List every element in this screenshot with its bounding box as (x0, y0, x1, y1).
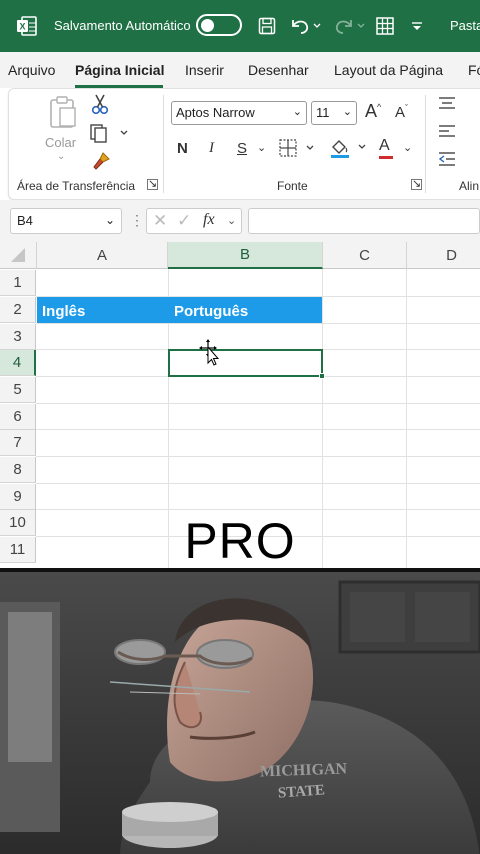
title-bar: X Salvamento Automático Pasta (0, 0, 480, 52)
cell-b2[interactable]: Português (170, 298, 252, 325)
toggle-knob (201, 19, 214, 32)
save-icon[interactable] (256, 14, 278, 38)
bold-button[interactable]: N (177, 140, 188, 157)
clipboard-launcher-icon[interactable]: ↘ (147, 179, 158, 190)
decrease-indent-icon[interactable] (437, 151, 457, 170)
paste-icon[interactable] (45, 95, 81, 129)
alignment-group-label: Alin (459, 179, 480, 193)
font-launcher-icon[interactable]: ↘ (411, 179, 422, 190)
row-header-6[interactable]: 6 (0, 404, 36, 430)
tab-formulas[interactable]: Fó (468, 62, 480, 78)
grow-font-button[interactable]: A^ (365, 101, 381, 122)
chevron-down-icon[interactable]: ⌄ (227, 214, 236, 227)
tab-arquivo[interactable]: Arquivo (8, 62, 55, 78)
chevron-down-icon: ⌄ (292, 106, 302, 118)
tab-inserir[interactable]: Inserir (185, 62, 224, 78)
tab-pagina-inicial[interactable]: Página Inicial (75, 62, 164, 78)
autosave-label: Salvamento Automático (54, 18, 191, 33)
italic-button[interactable]: I (209, 140, 214, 157)
formula-buttons: ✕ ✓ fx ⌄ (146, 208, 242, 234)
excel-logo-icon: X (16, 14, 38, 38)
file-name: Pasta (450, 18, 480, 33)
cancel-icon[interactable]: ✕ (153, 211, 167, 231)
underline-dropdown-icon[interactable]: ⌄ (257, 141, 266, 154)
gridline (36, 323, 480, 324)
tab-layout-da-pagina[interactable]: Layout da Página (334, 62, 443, 78)
font-color-dropdown-icon[interactable]: ⌄ (403, 141, 412, 154)
row-header-8[interactable]: 8 (0, 457, 36, 483)
underline-button[interactable]: S (237, 140, 247, 157)
font-size-dropdown[interactable]: 11 ⌄ (311, 101, 357, 125)
shrink-font-label: A (395, 104, 406, 121)
column-header-c[interactable]: C (323, 242, 407, 269)
svg-text:X: X (19, 22, 25, 32)
row-header-5[interactable]: 5 (0, 377, 36, 403)
gridline (36, 509, 480, 510)
cut-icon[interactable] (91, 93, 109, 118)
paste-dropdown-icon[interactable]: ⌄ (57, 151, 65, 162)
select-all-corner[interactable] (0, 242, 37, 269)
autosave-toggle[interactable] (196, 14, 242, 36)
formula-input[interactable] (248, 208, 480, 234)
gridline (36, 456, 480, 457)
font-group-label: Fonte (277, 179, 308, 193)
customize-icon[interactable] (408, 14, 426, 38)
gridline (36, 483, 480, 484)
copy-icon[interactable] (89, 123, 129, 146)
move-cursor-icon (198, 338, 222, 371)
shirt-lettering: STATE (277, 782, 326, 802)
group-separator (163, 95, 164, 193)
row-header-9[interactable]: 9 (0, 484, 36, 510)
paste-label[interactable]: Colar (45, 135, 76, 150)
enter-icon[interactable]: ✓ (177, 211, 191, 231)
overlay-caption: PRO (184, 513, 296, 569)
row-header-4[interactable]: 4 (0, 350, 36, 376)
insert-function-button[interactable]: fx (203, 211, 215, 229)
column-header-b[interactable]: B (168, 242, 323, 269)
formula-bar: B4 ⌄ ⋮ ✕ ✓ fx ⌄ (0, 200, 480, 242)
align-top-icon[interactable] (437, 95, 457, 114)
more-options-icon[interactable]: ⋮ (130, 212, 144, 229)
redo-icon[interactable] (332, 14, 366, 38)
fill-handle[interactable] (319, 373, 325, 379)
cell-a2[interactable]: Inglês (38, 298, 89, 325)
format-painter-icon[interactable] (91, 151, 111, 174)
selected-cell-b4[interactable] (168, 349, 325, 379)
animated-character-illustration (0, 572, 480, 854)
group-separator (425, 95, 426, 193)
font-name-value: Aptos Narrow (176, 105, 255, 120)
column-header-a[interactable]: A (37, 242, 168, 269)
borders-icon[interactable] (279, 139, 317, 160)
font-color-button[interactable]: A (379, 137, 393, 159)
font-size-value: 11 (316, 105, 330, 120)
align-left-icon[interactable] (437, 123, 457, 142)
row-header-7[interactable]: 7 (0, 430, 36, 456)
font-color-label: A (379, 137, 390, 154)
gridline (36, 429, 480, 430)
name-box[interactable]: B4 ⌄ (10, 208, 122, 234)
ribbon-home: Colar ⌄ Área de Transferência ↘ Aptos Na… (8, 88, 480, 200)
name-box-value: B4 (17, 213, 33, 228)
clipboard-group-label: Área de Transferência (17, 179, 136, 193)
column-header-d[interactable]: D (407, 242, 480, 269)
gridline (36, 403, 480, 404)
row-header-1[interactable]: 1 (0, 270, 36, 296)
font-name-dropdown[interactable]: Aptos Narrow ⌄ (171, 101, 307, 125)
row-header-2[interactable]: 2 (0, 297, 36, 323)
chevron-down-icon: ⌄ (342, 106, 352, 118)
meme-image: MICHIGAN STATE (0, 568, 480, 854)
grow-font-label: A (365, 101, 378, 121)
fill-color-icon[interactable] (329, 137, 369, 162)
tab-desenhar[interactable]: Desenhar (248, 62, 309, 78)
chevron-down-icon: ⌄ (104, 213, 115, 227)
table-icon[interactable] (374, 14, 396, 38)
row-header-3[interactable]: 3 (0, 324, 36, 350)
shrink-font-button[interactable]: Aˇ (395, 103, 408, 121)
ribbon-tabs: Arquivo Página Inicial Inserir Desenhar … (0, 52, 480, 88)
undo-icon[interactable] (288, 14, 322, 38)
font-color-swatch (379, 156, 393, 159)
shirt-lettering: MICHIGAN (259, 760, 348, 781)
